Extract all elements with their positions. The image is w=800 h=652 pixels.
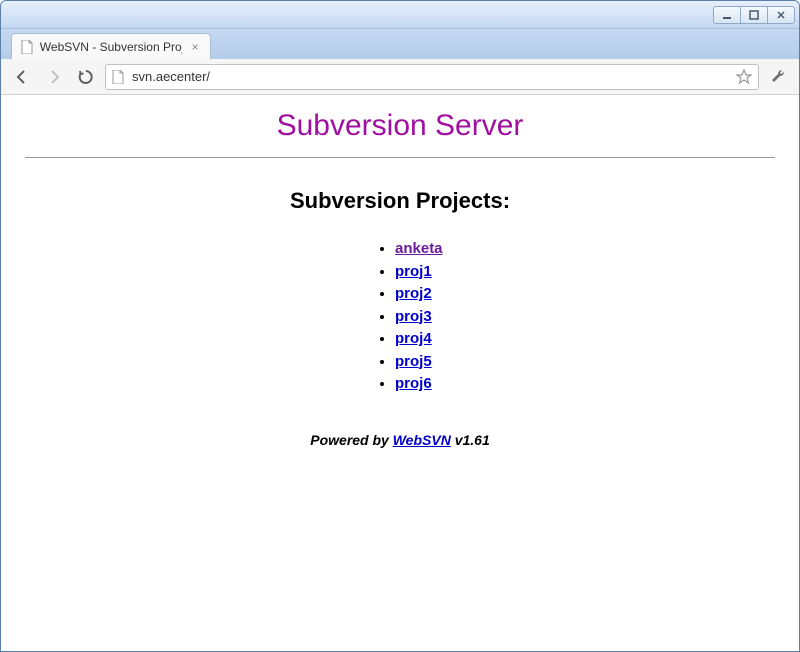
page-icon — [20, 40, 34, 54]
bookmark-star-icon[interactable] — [736, 69, 752, 85]
project-link[interactable]: proj3 — [395, 308, 432, 325]
list-item: proj5 — [395, 351, 515, 374]
project-link[interactable]: anketa — [395, 240, 443, 257]
project-link[interactable]: proj1 — [395, 263, 432, 280]
project-link[interactable]: proj4 — [395, 330, 432, 347]
tab-strip: WebSVN - Subversion Proj × — [1, 29, 799, 59]
reload-button[interactable] — [73, 64, 99, 90]
back-button[interactable] — [9, 64, 35, 90]
tab-title: WebSVN - Subversion Proj — [40, 40, 182, 54]
tab-close-icon[interactable]: × — [188, 40, 202, 54]
address-bar[interactable] — [105, 64, 759, 90]
list-item: proj4 — [395, 328, 515, 351]
page-title: Subversion Server — [25, 109, 775, 143]
project-link[interactable]: proj2 — [395, 285, 432, 302]
close-button[interactable] — [767, 6, 795, 24]
list-item: proj2 — [395, 283, 515, 306]
page-content: Subversion Server Subversion Projects: a… — [1, 95, 799, 651]
section-title: Subversion Projects: — [25, 188, 775, 214]
browser-tab[interactable]: WebSVN - Subversion Proj × — [11, 33, 211, 59]
browser-window: WebSVN - Subversion Proj × Subversion Se — [0, 0, 800, 652]
globe-icon — [112, 70, 126, 84]
forward-button[interactable] — [41, 64, 67, 90]
url-input[interactable] — [132, 69, 730, 84]
list-item: proj3 — [395, 306, 515, 329]
browser-toolbar — [1, 59, 799, 95]
window-controls — [714, 6, 795, 24]
project-link[interactable]: proj5 — [395, 353, 432, 370]
list-item: anketa — [395, 238, 515, 261]
project-link[interactable]: proj6 — [395, 375, 432, 392]
minimize-button[interactable] — [713, 6, 741, 24]
footer: Powered by WebSVN v1.61 — [25, 432, 775, 448]
footer-link[interactable]: WebSVN — [393, 432, 451, 448]
footer-suffix: v1.61 — [451, 432, 490, 448]
list-item: proj1 — [395, 261, 515, 284]
footer-prefix: Powered by — [310, 432, 392, 448]
divider — [25, 157, 775, 158]
maximize-button[interactable] — [740, 6, 768, 24]
project-list: anketa proj1 proj2 proj3 proj4 proj5 proj6 — [285, 238, 515, 396]
wrench-menu-button[interactable] — [765, 64, 791, 90]
list-item: proj6 — [395, 373, 515, 396]
window-title-bar — [1, 1, 799, 29]
